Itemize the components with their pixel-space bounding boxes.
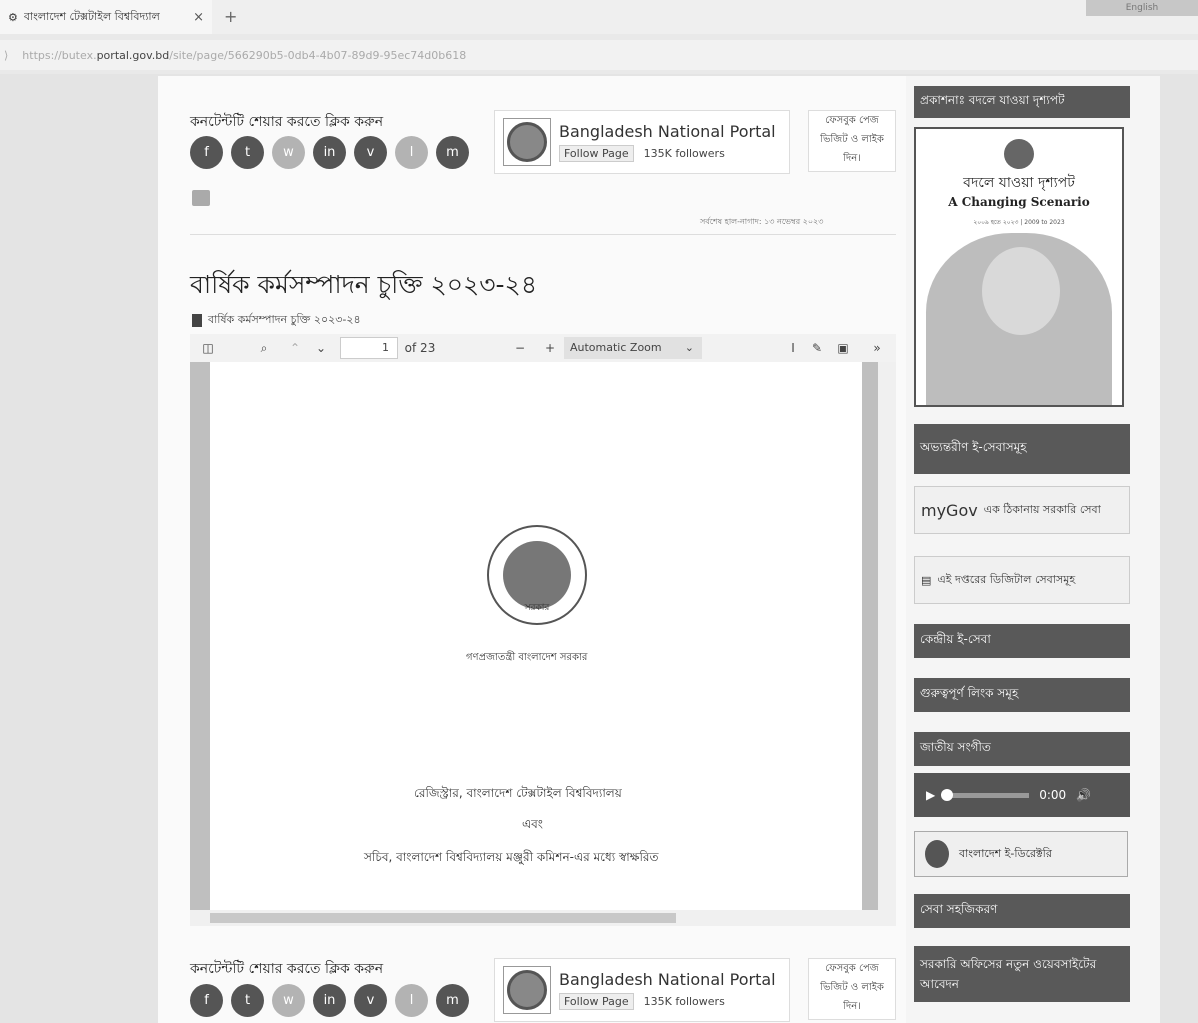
twitter-share-icon[interactable]: t [231, 984, 264, 1017]
facebook-page-widget[interactable]: Bangladesh National Portal Follow Page 1… [494, 110, 790, 174]
poster-years: ২০০৯ হতে ২০২৩ | 2009 to 2023 [973, 219, 1065, 226]
image-icon[interactable]: ▣ [834, 334, 852, 362]
sidebar-toggle-icon[interactable]: ◫ [198, 334, 218, 362]
last-updated: সর্বশেষ হাল-নাগাদ: ১৩ নভেম্বর ২০২৩ [700, 217, 824, 226]
digital-services-banner[interactable]: ▤ এই দপ্তরের ডিজিটাল সেবাসমূহ [914, 556, 1130, 604]
share-heading: কনটেন্টটি শেয়ার করতে ক্লিক করুন [190, 114, 384, 130]
more-tools-icon[interactable]: » [868, 334, 886, 362]
poster-title-en: A Changing Scenario [948, 195, 1090, 209]
seal-text: সরকার [524, 603, 550, 613]
whatsapp-share-icon[interactable]: w [272, 136, 305, 169]
edirectory-label: বাংলাদেশ ই-ডিরেক্টরি [959, 846, 1052, 860]
viber-share-icon[interactable]: v [354, 136, 387, 169]
sidebar-central-eservice[interactable]: কেন্দ্রীয় ই-সেবা [914, 624, 1130, 658]
volume-icon[interactable]: 🔊 [1076, 788, 1091, 802]
pdf-registrar-line: রেজিস্ট্রার, বাংলাদেশ টেক্সটাইল বিশ্ববিদ… [414, 786, 622, 800]
zoom-out-icon[interactable]: − [510, 334, 530, 362]
sidebar-important-links[interactable]: গুরুত্বপূর্ণ লিংক সমূহ [914, 678, 1130, 712]
viber-share-icon[interactable]: v [354, 984, 387, 1017]
language-toggle-button[interactable]: English [1086, 0, 1198, 16]
audio-seek-slider[interactable] [941, 788, 1030, 801]
poster-title-bn: বদলে যাওয়া দৃশ্যপট [963, 175, 1075, 191]
back-icon[interactable]: ⟩ [4, 49, 8, 62]
browser-tab[interactable]: ⚙ বাংলাদেশ টেক্সটাইল বিশ্ববিদ্যাল × [0, 0, 212, 34]
print-icon[interactable] [192, 190, 210, 206]
site-favicon-icon: ⚙ [8, 10, 18, 24]
linkedin-share-icon[interactable]: in [313, 136, 346, 169]
mygov-tagline: এক ঠিকানায় সরকারি সেবা [983, 502, 1101, 516]
facebook-page-widget-bottom[interactable]: Bangladesh National Portal Follow Page 1… [494, 958, 790, 1022]
previous-page-icon[interactable]: ⌃ [286, 334, 304, 362]
draw-icon[interactable]: ✎ [808, 334, 826, 362]
twitter-share-icon[interactable]: t [231, 136, 264, 169]
vertical-scrollbar[interactable] [878, 362, 896, 914]
horizontal-scroll-thumb[interactable] [210, 913, 676, 923]
page-title: বার্ষিক কর্মসম্পাদন চুক্তি ২০২৩-২৪ [190, 270, 538, 299]
share-heading-bottom: কনটেন্টটি শেয়ার করতে ক্লিক করুন [190, 961, 384, 977]
url-text: https://butex.portal.gov.bd/site/page/56… [22, 48, 467, 62]
copy-link-icon[interactable]: l [395, 136, 428, 169]
page-count: of 23 [404, 341, 436, 355]
whatsapp-share-icon[interactable]: w [272, 984, 305, 1017]
pdf-secretary-line: সচিব, বাংলাদেশ বিশ্ববিদ্যালয় মঞ্জুরী কম… [364, 850, 659, 864]
followers-count: 135K followers [643, 995, 725, 1008]
messenger-share-icon[interactable]: m [436, 136, 469, 169]
sidebar-heading-publication[interactable]: প্রকাশনাঃ বদলে যাওয়া দৃশ্যপট [914, 86, 1130, 118]
tab-title: বাংলাদেশ টেক্সটাইল বিশ্ববিদ্যাল [23, 9, 160, 23]
mygov-logo: myGov [921, 500, 978, 520]
digital-services-label: এই দপ্তরের ডিজিটাল সেবাসমূহ [937, 572, 1076, 586]
next-page-icon[interactable]: ⌄ [312, 334, 330, 362]
document-icon [192, 314, 202, 327]
play-icon[interactable]: ▶ [926, 788, 935, 802]
portrait-face [982, 247, 1060, 335]
zoom-in-icon[interactable]: + [540, 334, 560, 362]
sidebar-national-anthem[interactable]: জাতীয় সংগীত [914, 732, 1130, 766]
national-portal-logo-icon [503, 118, 551, 166]
digital-services-icon: ▤ [921, 573, 932, 587]
facebook-page-name[interactable]: Bangladesh National Portal [559, 970, 776, 989]
facebook-share-icon[interactable]: f [190, 984, 223, 1017]
facebook-like-note-bottom: ফেসবুক পেজ ভিজিট ও লাইক দিন। [808, 958, 896, 1020]
emblem-icon [1004, 139, 1034, 169]
pdf-toolbar: ◫ ⌕ ⌃ ⌄ 1 of 23 − + Automatic Zoom ⌄ I ✎ … [190, 334, 896, 362]
divider [190, 234, 896, 235]
messenger-share-icon[interactable]: m [436, 984, 469, 1017]
anthem-audio-player: ▶ 0:00 🔊 [914, 773, 1130, 817]
facebook-like-note: ফেসবুক পেজ ভিজিট ও লাইক দিন। [808, 110, 896, 172]
sidebar-new-website-apply[interactable]: সরকারি অফিসের নতুন ওয়েবসাইটের আবেদন [914, 946, 1130, 1002]
copy-link-icon[interactable]: l [395, 984, 428, 1017]
national-portal-logo-icon [503, 966, 551, 1014]
attachment-link[interactable]: বার্ষিক কর্মসম্পাদন চুক্তি ২০২৩-২৪ [192, 311, 361, 330]
edirectory-banner[interactable]: বাংলাদেশ ই-ডিরেক্টরি [914, 831, 1128, 877]
attachment-label: বার্ষিক কর্মসম্পাদন চুক্তি ২০২৩-২৪ [208, 313, 361, 326]
follow-page-button[interactable]: Follow Page [559, 993, 634, 1010]
sidebar-service-simplification[interactable]: সেবা সহজিকরণ [914, 894, 1130, 928]
edirectory-logo-icon [925, 840, 949, 868]
mygov-banner[interactable]: myGov এক ঠিকানায় সরকারি সেবা [914, 486, 1130, 534]
new-tab-button[interactable]: + [224, 7, 237, 26]
government-seal-icon: সরকার [487, 525, 587, 625]
pdf-and-line: এবং [522, 817, 543, 831]
pdf-government-line: গণপ্রজাতন্ত্রী বাংলাদেশ সরকার [466, 652, 588, 663]
page-number-input[interactable]: 1 [340, 337, 398, 359]
share-buttons-bottom: f t w in v l m [190, 984, 469, 1017]
tab-close-icon[interactable]: × [193, 10, 204, 25]
changing-scenario-poster[interactable]: বদলে যাওয়া দৃশ্যপট A Changing Scenario … [914, 127, 1124, 407]
followers-count: 135K followers [643, 147, 725, 160]
linkedin-share-icon[interactable]: in [313, 984, 346, 1017]
follow-page-button[interactable]: Follow Page [559, 145, 634, 162]
facebook-page-name[interactable]: Bangladesh National Portal [559, 122, 776, 141]
address-bar[interactable]: ⟩ https://butex.portal.gov.bd/site/page/… [0, 40, 1198, 70]
text-cursor-icon[interactable]: I [784, 334, 802, 362]
audio-time: 0:00 [1039, 788, 1067, 802]
search-icon[interactable]: ⌕ [254, 334, 274, 362]
zoom-select[interactable]: Automatic Zoom ⌄ [564, 337, 702, 359]
chevron-down-icon: ⌄ [684, 341, 694, 354]
sidebar-heading-eservices[interactable]: অভ্যন্তরীণ ই-সেবাসমূহ [914, 424, 1130, 474]
share-buttons: f t w in v l m [190, 136, 469, 169]
facebook-share-icon[interactable]: f [190, 136, 223, 169]
